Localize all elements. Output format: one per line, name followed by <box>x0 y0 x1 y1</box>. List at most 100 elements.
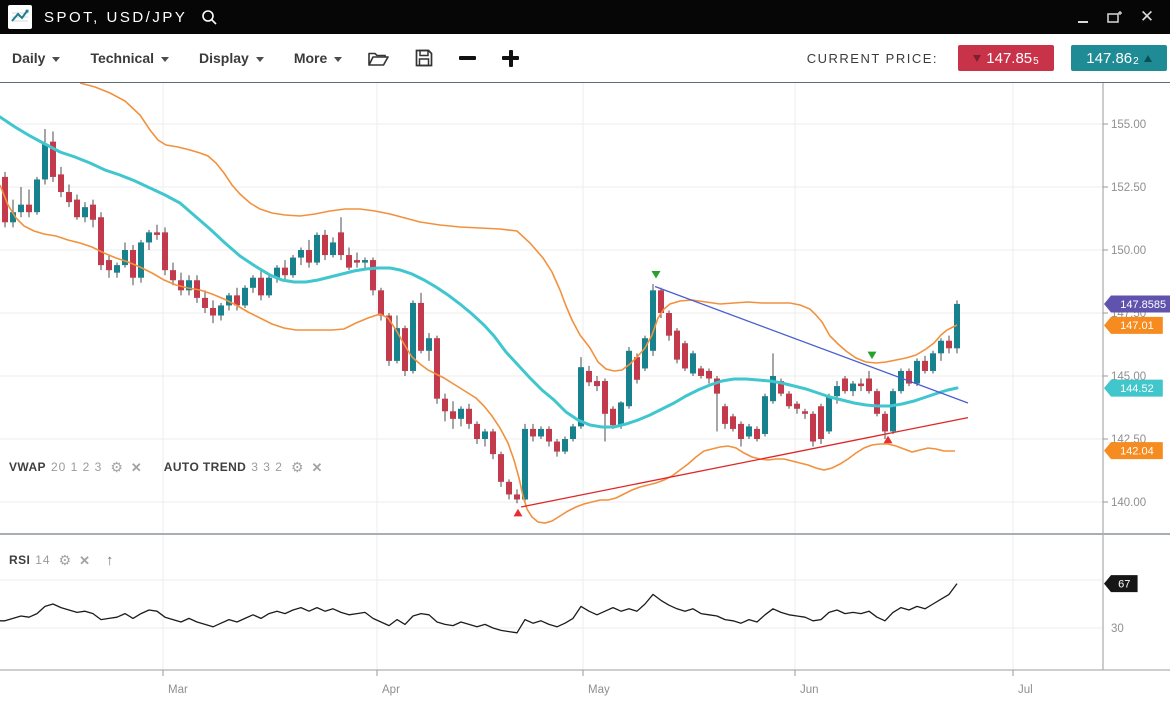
trading-chart-window: SPOT, USD/JPY ✕ Daily Technical <box>0 0 1170 701</box>
menu-timeframe[interactable]: Daily <box>12 50 60 66</box>
candle-body <box>138 242 144 277</box>
candle-body <box>682 343 688 368</box>
candle-body <box>922 361 928 371</box>
candle-body <box>314 235 320 263</box>
candle-body <box>610 409 616 425</box>
candle-body <box>626 351 632 406</box>
trend-signal-marker-down <box>652 271 661 279</box>
rsi-collapse-arrow-icon[interactable]: ↑ <box>106 553 114 568</box>
candle-body <box>738 424 744 439</box>
rsi-remove-icon[interactable]: ✕ <box>79 554 90 567</box>
vwap-remove-icon[interactable]: ✕ <box>131 461 142 474</box>
menu-display[interactable]: Display <box>199 50 264 66</box>
candle-body <box>474 424 480 439</box>
price-tag-label: 147.8585 <box>1120 299 1166 311</box>
price-chart-canvas[interactable]: 155.00152.50150.00147.50145.00142.50140.… <box>0 83 1170 701</box>
candle-body <box>890 391 896 431</box>
month-axis-label: Apr <box>382 684 400 696</box>
ask-price-button[interactable]: 147.86 2 <box>1071 45 1167 71</box>
candle-body <box>26 205 32 213</box>
bollinger-upper-band <box>80 83 957 371</box>
zoom-in-button[interactable] <box>502 50 519 67</box>
candle-body <box>482 431 488 439</box>
menu-more-label: More <box>294 50 327 66</box>
candle-body <box>866 379 872 392</box>
month-axis-label: Jul <box>1018 684 1033 696</box>
candle-body <box>450 411 456 419</box>
candle-body <box>82 207 88 217</box>
candle-body <box>818 406 824 439</box>
candle-body <box>554 442 560 452</box>
current-price-group: CURRENT PRICE: 147.85 5 147.86 2 <box>807 45 1167 71</box>
candle-body <box>266 278 272 296</box>
auto-trend-label: AUTO TREND <box>164 460 246 474</box>
trend-signal-marker-down <box>868 352 877 360</box>
candle-body <box>498 454 504 482</box>
candle-body <box>162 232 168 270</box>
candle-body <box>730 416 736 429</box>
price-axis-label: 152.50 <box>1111 182 1146 194</box>
candle-body <box>114 265 120 273</box>
rsi-settings-gear-icon[interactable]: ⚙ <box>59 553 72 567</box>
menu-timeframe-label: Daily <box>12 50 45 66</box>
candle-body <box>586 371 592 382</box>
rsi-params: 14 <box>35 553 50 567</box>
auto-trend-remove-icon[interactable]: ✕ <box>312 461 323 474</box>
close-button[interactable]: ✕ <box>1134 4 1160 30</box>
rsi-axis-label: 30 <box>1111 623 1124 635</box>
candle-body <box>666 313 672 336</box>
price-tag-label: 144.52 <box>1120 383 1154 395</box>
candle-body <box>322 235 328 255</box>
chart-area: 155.00152.50150.00147.50145.00142.50140.… <box>0 83 1170 701</box>
save-chart-button[interactable] <box>415 49 433 67</box>
candle-body <box>746 426 752 436</box>
auto-trend-resistance[interactable] <box>655 287 968 403</box>
candle-body <box>826 396 832 431</box>
candle-body <box>722 406 728 424</box>
menu-technical[interactable]: Technical <box>90 50 169 66</box>
vwap-settings-gear-icon[interactable]: ⚙ <box>110 460 123 474</box>
candle-body <box>58 174 64 192</box>
candle-body <box>250 278 256 288</box>
bid-price-pip: 5 <box>1033 56 1039 67</box>
candle-body <box>706 371 712 379</box>
candle-body <box>530 429 536 437</box>
rsi-indicator-labels: RSI 14 ⚙ ✕ ↑ <box>9 552 114 568</box>
toolbar: Daily Technical Display More <box>0 34 1170 83</box>
candle-body <box>426 338 432 351</box>
search-icon[interactable] <box>201 9 218 26</box>
page-title: SPOT, USD/JPY <box>44 9 187 26</box>
zoom-out-button[interactable] <box>459 56 476 60</box>
month-axis-label: May <box>588 684 610 696</box>
zoom-out-icon <box>459 56 476 60</box>
month-axis-label: Jun <box>800 684 819 696</box>
candle-body <box>338 232 344 255</box>
bid-price-button[interactable]: 147.85 5 <box>958 45 1054 71</box>
candle-body <box>674 331 680 360</box>
candle-body <box>330 242 336 255</box>
restore-button[interactable] <box>1102 4 1128 30</box>
minimize-button[interactable] <box>1070 4 1096 30</box>
rsi-line <box>0 584 957 633</box>
arrow-down-icon <box>973 55 981 62</box>
candle-body <box>434 338 440 398</box>
candle-body <box>562 439 568 452</box>
candle-body <box>914 361 920 384</box>
candle-body <box>282 268 288 276</box>
chevron-down-icon <box>161 57 169 62</box>
candle-body <box>698 368 704 376</box>
open-chart-button[interactable] <box>368 50 389 67</box>
candle-body <box>578 367 584 426</box>
candle-body <box>146 232 152 242</box>
candle-body <box>754 429 760 439</box>
candle-body <box>618 402 624 425</box>
restore-icon <box>1107 10 1123 24</box>
candle-body <box>930 353 936 371</box>
candle-body <box>122 250 128 265</box>
auto-trend-settings-gear-icon[interactable]: ⚙ <box>291 460 304 474</box>
auto-trend-support[interactable] <box>521 418 968 507</box>
menu-more[interactable]: More <box>294 50 342 66</box>
candle-body <box>650 290 656 350</box>
candle-body <box>42 144 48 179</box>
candle-body <box>874 391 880 414</box>
